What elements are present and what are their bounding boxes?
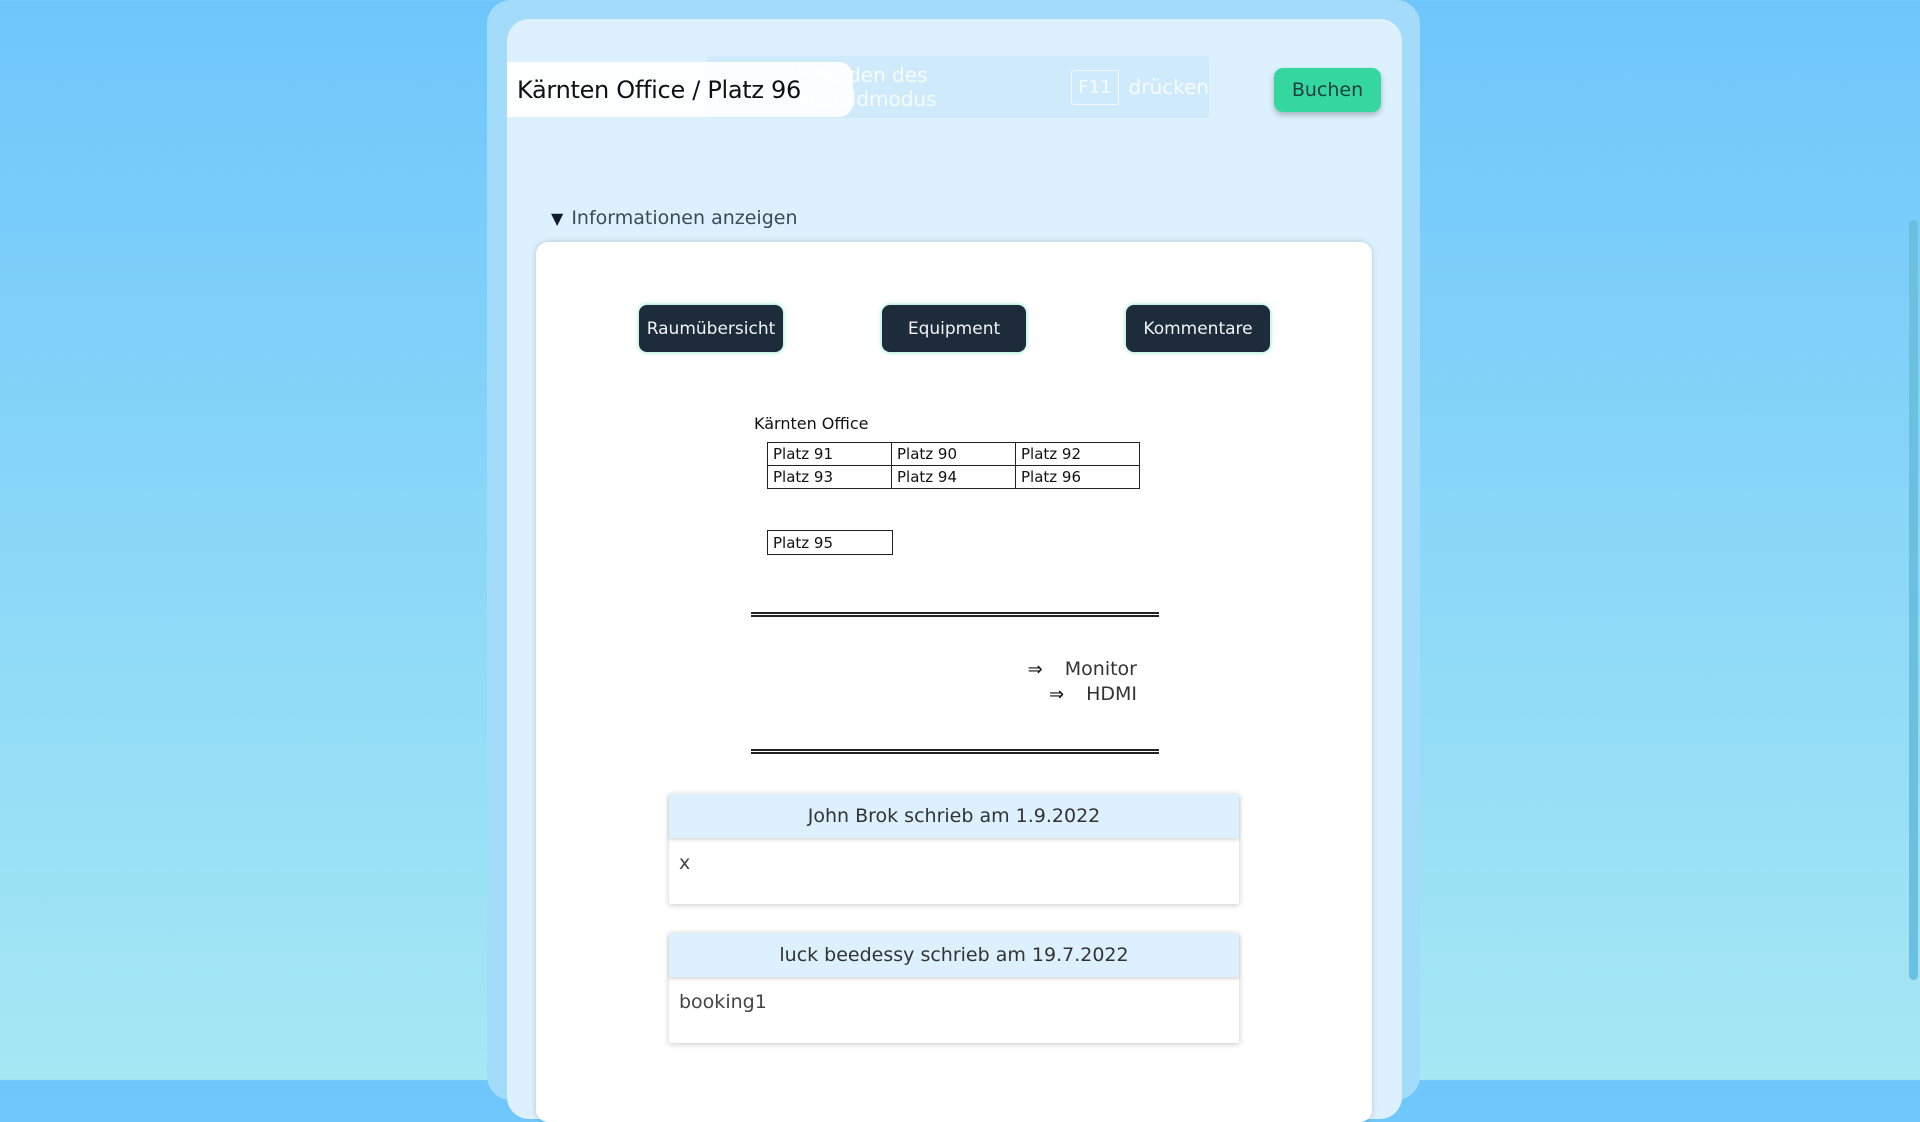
book-button[interactable]: Buchen: [1274, 68, 1381, 112]
seat-cell-single[interactable]: Platz 95: [767, 530, 893, 555]
info-toggle[interactable]: ▼ Informationen anzeigen: [551, 205, 798, 231]
seat-cell[interactable]: Platz 91: [767, 442, 892, 466]
comment-text: booking1: [679, 991, 767, 1013]
divider: [751, 749, 1159, 754]
equipment-item-label: Monitor: [1064, 658, 1137, 680]
info-toggle-label: Informationen anzeigen: [571, 207, 798, 229]
comment-text: x: [679, 852, 691, 874]
equipment-item: ⇒ HDMI: [1049, 683, 1137, 705]
seat-row: Platz 91 Platz 90 Platz 92: [767, 442, 1140, 466]
seat-cell[interactable]: Platz 90: [891, 442, 1016, 466]
fullscreen-hint-key: F11: [1071, 69, 1119, 105]
tab-comments[interactable]: Kommentare: [1126, 305, 1270, 352]
comment-header: luck beedessy schrieb am 19.7.2022: [669, 933, 1239, 977]
seat-cell[interactable]: Platz 92: [1015, 442, 1140, 466]
scrollbar-thumb[interactable]: [1909, 220, 1918, 980]
divider: [751, 612, 1159, 617]
page-title: Kärnten Office / Platz 96: [507, 62, 853, 117]
equipment-item: ⇒ Monitor: [1028, 658, 1137, 680]
tab-equipment[interactable]: Equipment: [882, 305, 1026, 352]
double-arrow-icon: ⇒: [1048, 683, 1065, 705]
double-arrow-icon: ⇒: [1027, 658, 1043, 680]
seat-cell[interactable]: Platz 96: [1015, 465, 1140, 489]
seat-cell[interactable]: Platz 93: [767, 465, 892, 489]
seat-grid: Platz 91 Platz 90 Platz 92 Platz 93 Plat…: [767, 442, 1140, 489]
equipment-item-label: HDMI: [1086, 683, 1137, 705]
seat-row: Platz 93 Platz 94 Platz 96: [767, 465, 1140, 489]
comment-card: John Brok schrieb am 1.9.2022 x: [669, 794, 1239, 904]
comment-card: luck beedessy schrieb am 19.7.2022 booki…: [669, 933, 1239, 1043]
seat-cell[interactable]: Platz 94: [891, 465, 1016, 489]
office-name: Kärnten Office: [754, 414, 869, 433]
fullscreen-hint-suffix: drücken: [1128, 75, 1209, 99]
tab-room-overview[interactable]: Raumübersicht: [639, 305, 783, 352]
triangle-down-icon: ▼: [551, 208, 564, 228]
comment-header: John Brok schrieb am 1.9.2022: [669, 794, 1239, 838]
